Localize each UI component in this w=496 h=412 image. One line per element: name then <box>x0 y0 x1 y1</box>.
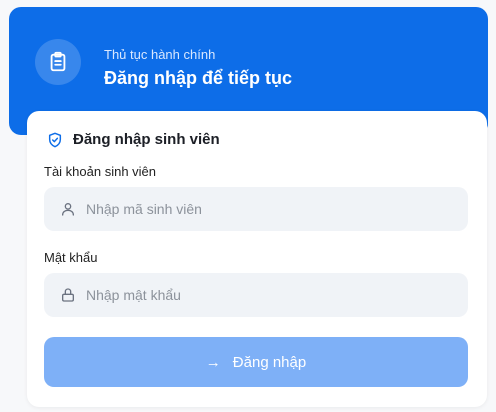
password-input[interactable]: Nhập mật khẩu <box>44 273 468 317</box>
login-card: Đăng nhập sinh viên Tài khoản sinh viên … <box>27 111 487 407</box>
header-subtitle: Thủ tục hành chính <box>104 47 216 62</box>
shield-check-icon <box>47 132 63 148</box>
username-input[interactable]: Nhập mã sinh viên <box>44 187 468 231</box>
password-label: Mật khẩu <box>44 250 98 265</box>
clipboard-icon <box>35 39 81 85</box>
login-button[interactable]: → Đăng nhập <box>44 337 468 387</box>
lock-icon <box>60 287 76 303</box>
page-title: Đăng nhập để tiếp tục <box>104 68 293 88</box>
username-label: Tài khoản sinh viên <box>44 164 157 179</box>
user-icon <box>60 201 76 217</box>
username-placeholder: Nhập mã sinh viên <box>86 201 202 217</box>
password-placeholder: Nhập mật khẩu <box>86 287 181 303</box>
arrow-right-icon: → <box>205 353 221 371</box>
login-card-header: Đăng nhập sinh viên <box>47 131 220 148</box>
login-button-label: Đăng nhập <box>232 353 307 371</box>
login-card-title: Đăng nhập sinh viên <box>73 131 220 148</box>
